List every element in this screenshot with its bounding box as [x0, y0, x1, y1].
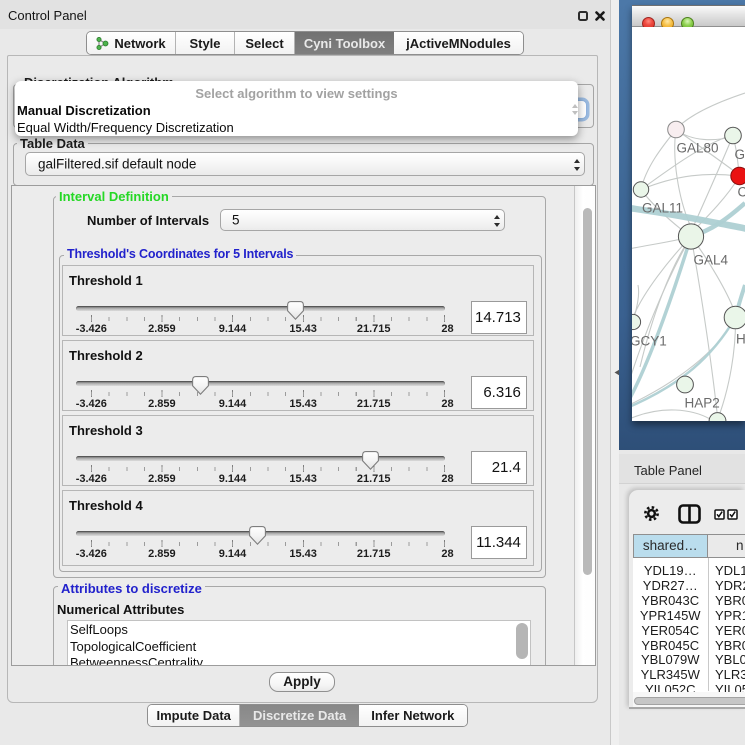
svg-text:GAL11: GAL11	[642, 201, 683, 216]
svg-text:CYC: CYC	[738, 185, 745, 200]
svg-text:GAL: GAL	[735, 147, 745, 162]
svg-text:HAP2: HAP2	[685, 396, 720, 411]
svg-text:GAL4: GAL4	[694, 253, 729, 268]
svg-text:HIS: HIS	[736, 332, 745, 347]
svg-text:GAL80: GAL80	[677, 141, 719, 156]
svg-text:GCY1: GCY1	[632, 334, 667, 349]
